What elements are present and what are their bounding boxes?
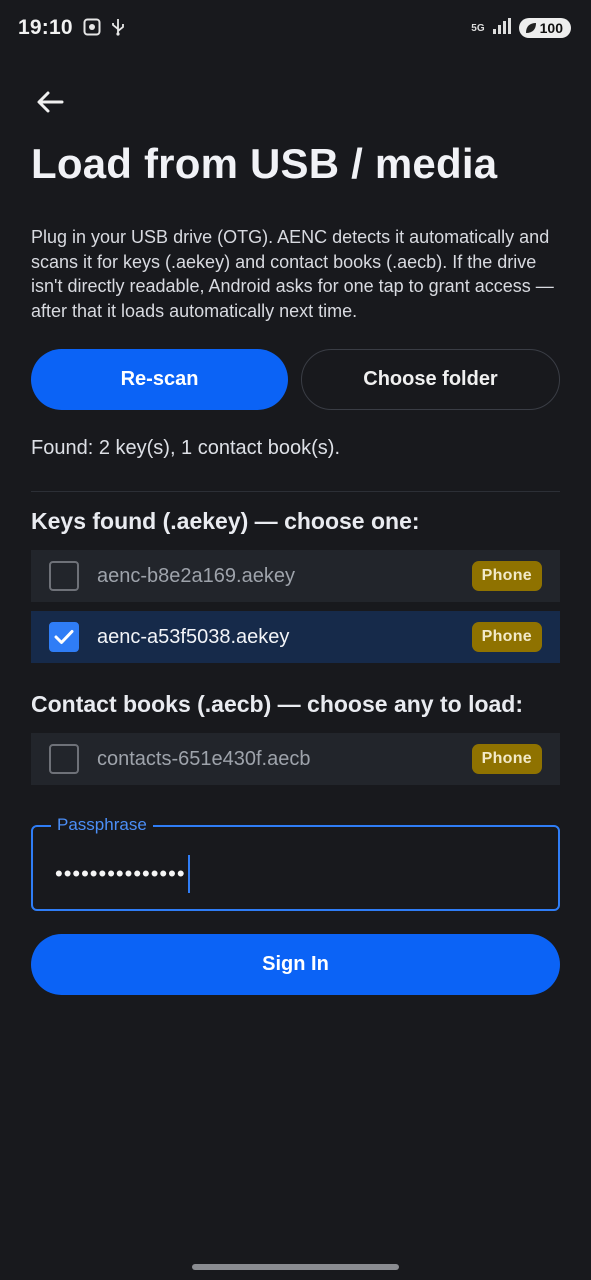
key-filename: aenc-b8e2a169.aekey bbox=[97, 564, 295, 587]
divider bbox=[31, 491, 560, 492]
key-filename: aenc-a53f5038.aekey bbox=[97, 625, 290, 648]
keys-section-title: Keys found (.aekey) — choose one: bbox=[31, 508, 420, 534]
checkbox[interactable] bbox=[49, 561, 79, 591]
usb-icon bbox=[111, 18, 125, 39]
contacts-section-title: Contact books (.aecb) — choose any to lo… bbox=[31, 691, 524, 717]
key-row-selected[interactable]: aenc-a53f5038.aekey Phone bbox=[31, 611, 560, 663]
source-badge: Phone bbox=[471, 561, 542, 591]
sign-in-button[interactable]: Sign In bbox=[31, 934, 560, 995]
passphrase-label: Passphrase bbox=[51, 815, 153, 835]
key-row[interactable]: aenc-b8e2a169.aekey Phone bbox=[31, 550, 560, 602]
choose-folder-button[interactable]: Choose folder bbox=[301, 349, 560, 410]
checkbox[interactable] bbox=[49, 744, 79, 774]
battery-level: 100 bbox=[539, 20, 563, 36]
text-cursor bbox=[187, 855, 191, 893]
screenshot-icon bbox=[83, 18, 101, 39]
battery-indicator: 100 bbox=[518, 18, 571, 38]
leaf-icon bbox=[525, 23, 536, 33]
found-summary: Found: 2 key(s), 1 contact book(s). bbox=[31, 437, 341, 459]
description-text: Plug in your USB drive (OTG). AENC detec… bbox=[31, 227, 554, 321]
rescan-button[interactable]: Re-scan bbox=[31, 349, 288, 410]
checkmark-icon bbox=[54, 630, 74, 644]
home-indicator[interactable] bbox=[192, 1264, 399, 1270]
checkbox-checked[interactable] bbox=[49, 622, 79, 652]
arrow-left-icon bbox=[37, 91, 64, 113]
signal-icon bbox=[492, 17, 511, 39]
page-title: Load from USB / media bbox=[31, 140, 498, 187]
contact-book-row[interactable]: contacts-651e430f.aecb Phone bbox=[31, 733, 560, 785]
network-type: 5G bbox=[471, 22, 485, 34]
status-time: 19:10 bbox=[18, 16, 73, 39]
passphrase-field[interactable]: Passphrase ••••••••••••••• bbox=[31, 815, 560, 911]
source-badge: Phone bbox=[471, 622, 542, 652]
contact-book-filename: contacts-651e430f.aecb bbox=[97, 747, 311, 770]
status-bar: 19:10 5G 100 bbox=[0, 0, 591, 56]
source-badge: Phone bbox=[471, 744, 542, 774]
back-button[interactable] bbox=[34, 86, 66, 118]
passphrase-value[interactable]: ••••••••••••••• bbox=[55, 861, 186, 887]
